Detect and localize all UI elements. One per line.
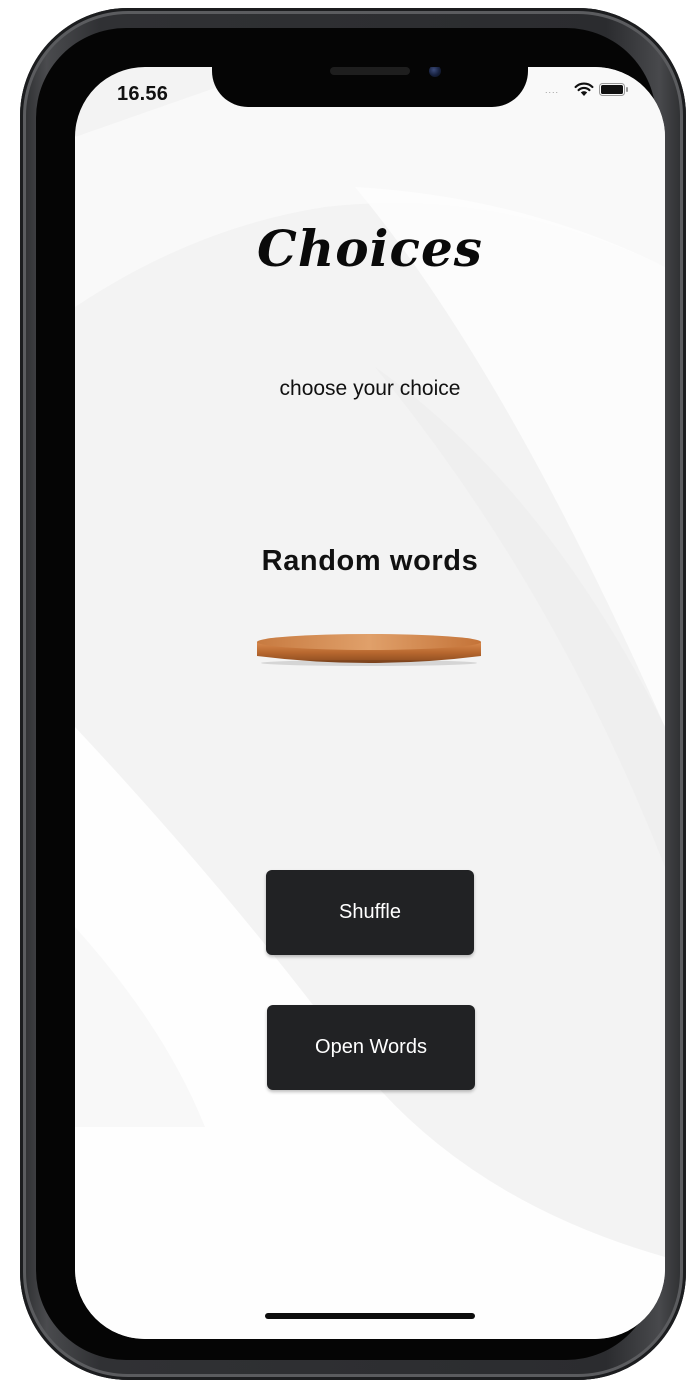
status-time: 16.56 (117, 83, 169, 105)
random-word-label: Random words (261, 545, 479, 577)
battery-icon (599, 83, 628, 96)
home-indicator[interactable] (265, 1313, 475, 1319)
shuffle-button[interactable]: Shuffle (266, 870, 474, 955)
wooden-plate-icon (257, 634, 481, 666)
app-title: Choices (257, 219, 483, 278)
speaker-grill (330, 67, 410, 75)
signal-indicator: .... (545, 85, 560, 95)
wifi-icon (574, 82, 594, 96)
app-screen: 16.56 .... Choices choose your choice Ra… (75, 67, 665, 1339)
app-subtitle: choose your choice (279, 377, 461, 400)
open-words-button[interactable]: Open Words (267, 1005, 475, 1090)
